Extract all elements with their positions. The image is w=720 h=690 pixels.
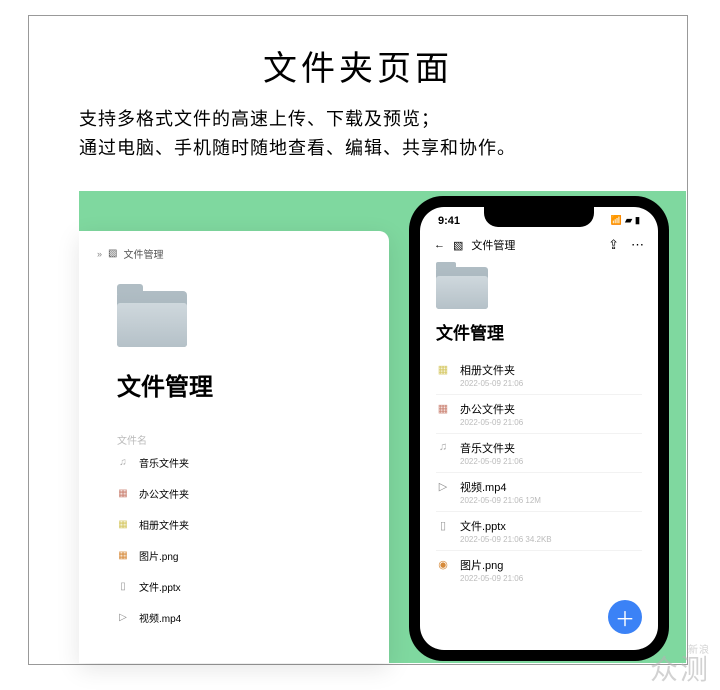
- file-name: 音乐文件夹: [460, 440, 642, 456]
- page-title: 文件夹页面: [29, 41, 687, 90]
- list-item[interactable]: ▦ 相册文件夹2022-05-09 21:06: [436, 356, 642, 395]
- breadcrumb[interactable]: 文件管理: [471, 237, 515, 253]
- signal-icon: 📶: [611, 215, 622, 227]
- file-name: 图片.png: [139, 548, 178, 563]
- phone-notch: [484, 207, 594, 227]
- desktop-heading: 文件管理: [117, 367, 371, 402]
- file-meta: 2022-05-09 21:06 34.2KB: [460, 535, 642, 544]
- desktop-preview: » ▧ 文件管理 文件管理 文件名 ♫ 音乐文件夹 ▦ 办公文件夹 ▦ 相册文件夹 ▦ 图片.…: [79, 231, 389, 663]
- file-name: 文件.pptx: [460, 518, 642, 534]
- page-description: 支持多格式文件的高速上传、下载及预览； 通过电脑、手机随时随地查看、编辑、共享和…: [79, 105, 637, 163]
- expand-icon[interactable]: »: [97, 249, 102, 259]
- file-type-icon: ▷: [117, 612, 129, 623]
- file-name: 视频.mp4: [460, 479, 642, 495]
- folder-icon: [436, 267, 488, 309]
- folder-icon-small: ▧: [108, 248, 117, 259]
- file-type-icon: ▦: [117, 550, 129, 561]
- list-item[interactable]: ▦ 图片.png: [97, 540, 371, 571]
- file-name: 视频.mp4: [139, 610, 181, 625]
- list-item[interactable]: ▦ 相册文件夹: [97, 509, 371, 540]
- more-icon[interactable]: ⋯: [631, 237, 644, 253]
- file-name: 办公文件夹: [139, 486, 189, 501]
- list-item[interactable]: ♫ 音乐文件夹2022-05-09 21:06: [436, 434, 642, 473]
- phone-heading: 文件管理: [436, 319, 658, 344]
- file-name: 文件.pptx: [139, 579, 181, 594]
- column-header-filename: 文件名: [117, 432, 371, 447]
- file-meta: 2022-05-09 21:06: [460, 457, 642, 466]
- add-button[interactable]: ＋: [608, 600, 642, 634]
- preview-area: » ▧ 文件管理 文件管理 文件名 ♫ 音乐文件夹 ▦ 办公文件夹 ▦ 相册文件夹 ▦ 图片.…: [79, 191, 686, 663]
- file-meta: 2022-05-09 21:06 12M: [460, 496, 642, 505]
- file-meta: 2022-05-09 21:06: [460, 418, 642, 427]
- list-item[interactable]: ▯ 文件.pptx2022-05-09 21:06 34.2KB: [436, 512, 642, 551]
- back-icon[interactable]: ←: [434, 239, 445, 251]
- file-name: 办公文件夹: [460, 401, 642, 417]
- list-item[interactable]: ♫ 音乐文件夹: [97, 447, 371, 478]
- file-type-icon: ♫: [117, 457, 129, 468]
- file-name: 图片.png: [460, 557, 642, 573]
- wifi-icon: ▰: [625, 215, 632, 227]
- file-type-icon: ▯: [436, 519, 450, 544]
- file-type-icon: ◉: [436, 558, 450, 583]
- status-indicators: 📶 ▰ ▮: [611, 215, 640, 227]
- breadcrumb[interactable]: 文件管理: [123, 246, 163, 261]
- list-item[interactable]: ▷ 视频.mp4: [97, 602, 371, 633]
- share-icon[interactable]: ⇪: [608, 237, 619, 253]
- file-type-icon: ▷: [436, 480, 450, 505]
- list-item[interactable]: ▯ 文件.pptx: [97, 571, 371, 602]
- file-type-icon: ▯: [117, 581, 129, 592]
- list-item[interactable]: ▦ 办公文件夹: [97, 478, 371, 509]
- file-name: 音乐文件夹: [139, 455, 189, 470]
- file-type-icon: ▦: [436, 363, 450, 388]
- file-meta: 2022-05-09 21:06: [460, 379, 642, 388]
- file-name: 相册文件夹: [139, 517, 189, 532]
- battery-icon: ▮: [635, 215, 640, 227]
- watermark: 新浪 众测: [650, 646, 710, 684]
- folder-icon: [117, 291, 187, 347]
- file-type-icon: ▦: [117, 488, 129, 499]
- folder-icon-small: ▧: [453, 239, 463, 252]
- file-meta: 2022-05-09 21:06: [460, 574, 642, 583]
- file-type-icon: ▦: [436, 402, 450, 427]
- list-item[interactable]: ◉ 图片.png2022-05-09 21:06: [436, 551, 642, 589]
- file-type-icon: ▦: [117, 519, 129, 530]
- status-time: 9:41: [438, 215, 460, 227]
- file-type-icon: ♫: [436, 441, 450, 466]
- phone-preview: 9:41 📶 ▰ ▮ ← ▧ 文件管理 ⇪ ⋯: [409, 196, 669, 661]
- file-name: 相册文件夹: [460, 362, 642, 378]
- list-item[interactable]: ▷ 视频.mp42022-05-09 21:06 12M: [436, 473, 642, 512]
- list-item[interactable]: ▦ 办公文件夹2022-05-09 21:06: [436, 395, 642, 434]
